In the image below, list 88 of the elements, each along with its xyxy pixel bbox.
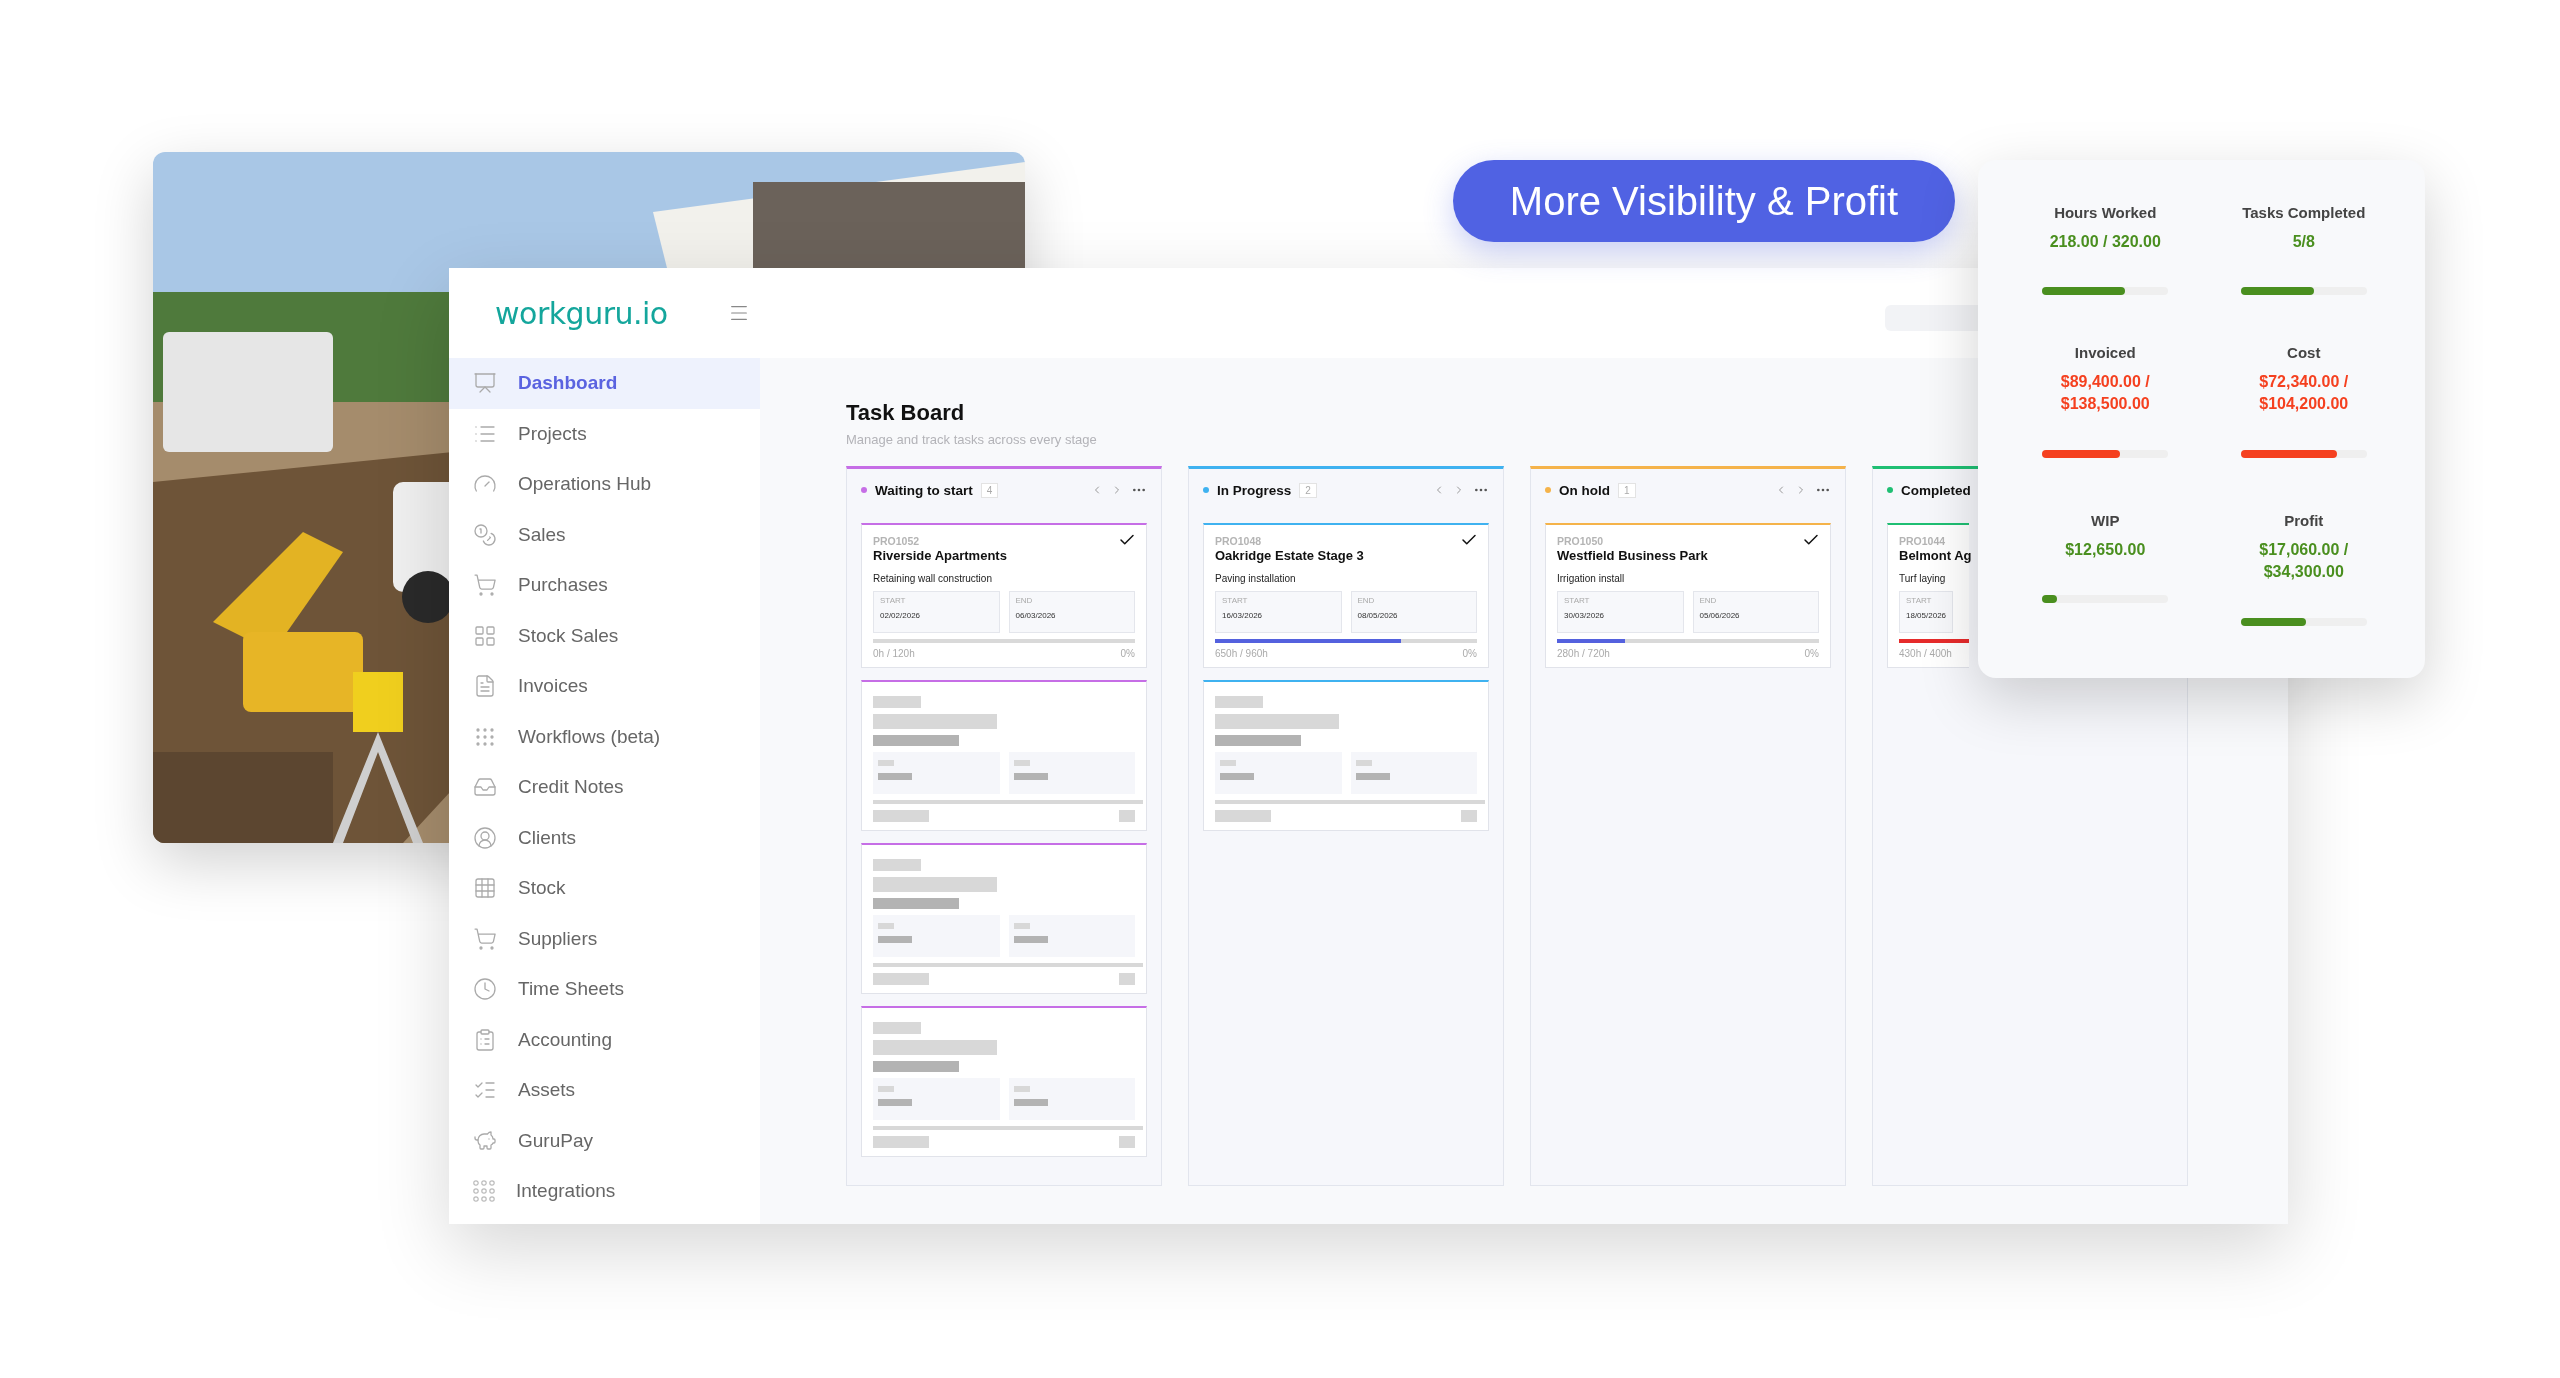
cart-icon bbox=[473, 926, 497, 951]
clipboard-icon bbox=[473, 1027, 497, 1052]
project-title: Riverside Apartments bbox=[873, 548, 1007, 563]
date-value: 30/03/2026 bbox=[1564, 611, 1605, 620]
sidebar-item[interactable]: Projects bbox=[449, 408, 760, 459]
hours-text: 430h / 400h bbox=[1899, 648, 1952, 659]
stat-label: Invoiced bbox=[2074, 344, 2136, 361]
sidebar-item[interactable]: Suppliers bbox=[449, 913, 760, 964]
coins-icon bbox=[473, 522, 497, 547]
count-badge: 4 bbox=[980, 482, 999, 498]
column-title: On hold bbox=[1559, 482, 1610, 498]
column-title: Waiting to start bbox=[875, 482, 973, 498]
date-label: END bbox=[1357, 596, 1375, 605]
count-badge: 1 bbox=[1618, 482, 1636, 498]
column-title: In Progress bbox=[1217, 482, 1292, 498]
task-card[interactable]: PRO1048 Oakridge Estate Stage 3 Paving installation START 16/03/2026 END 08/05/2026 650h / 960h 0% bbox=[1203, 523, 1489, 668]
task-name: Turf laying bbox=[1899, 573, 1946, 584]
stat-label: Profit bbox=[2284, 512, 2324, 529]
stat-label: Hours Worked bbox=[2054, 204, 2157, 221]
piggy-bank-icon bbox=[473, 1128, 497, 1153]
stat-label: Cost bbox=[2287, 344, 2321, 361]
date-label: START bbox=[1564, 596, 1590, 605]
clock-icon bbox=[473, 977, 497, 1002]
project-code: PRO1052 bbox=[873, 535, 920, 547]
task-name: Paving installation bbox=[1215, 573, 1296, 584]
stat-value: $89,400.00 / $138,500.00 bbox=[2059, 372, 2151, 415]
task-name: Retaining wall construction bbox=[873, 573, 992, 584]
stat-value: $17,060.00 / $34,300.00 bbox=[2258, 540, 2350, 583]
sidebar-item[interactable]: Credit Notes bbox=[449, 762, 760, 813]
sidebar-item[interactable]: Purchases bbox=[449, 560, 760, 611]
sidebar-item[interactable]: Sales bbox=[449, 509, 760, 560]
sidebar-item[interactable]: Clients bbox=[449, 812, 760, 863]
sidebar-item[interactable]: Time Sheets bbox=[449, 964, 760, 1015]
sidebar-item[interactable]: Integrations bbox=[449, 1166, 760, 1217]
percent-text: 0% bbox=[1804, 648, 1819, 659]
document-icon bbox=[473, 674, 497, 699]
stat-value: 218.00 / 320.00 bbox=[2048, 232, 2162, 252]
project-title: Belmont Ag bbox=[1899, 548, 1972, 563]
dots-grid-icon bbox=[473, 1180, 495, 1203]
hours-text: 280h / 720h bbox=[1557, 648, 1610, 659]
stat-value: $12,650.00 bbox=[2064, 540, 2147, 560]
date-label: START bbox=[1906, 596, 1932, 605]
grid-icon bbox=[473, 623, 497, 648]
cart-icon bbox=[473, 573, 497, 598]
logo[interactable]: workguru.io bbox=[495, 295, 668, 331]
date-label: END bbox=[1015, 596, 1033, 605]
page-subtitle: Manage and track tasks across every stage bbox=[846, 432, 1097, 447]
stat-label: WIP bbox=[2091, 512, 2120, 529]
percent-text: 0% bbox=[1120, 648, 1135, 659]
sidebar-item[interactable]: Assets bbox=[449, 1065, 760, 1116]
task-card[interactable]: PRO1050 Westfield Business Park Irrigation install START 30/03/2026 END 05/06/2026 280h / 720h 0% bbox=[1545, 523, 1831, 668]
date-value: 16/03/2026 bbox=[1222, 611, 1263, 620]
stat-value: 5/8 bbox=[2291, 232, 2316, 252]
column-title: Completed bbox=[1901, 482, 1971, 498]
project-title: Oakridge Estate Stage 3 bbox=[1215, 548, 1364, 563]
count-badge: 2 bbox=[1299, 482, 1317, 498]
hours-text: 650h / 960h bbox=[1215, 648, 1268, 659]
stat-label: Tasks Completed bbox=[2242, 204, 2366, 221]
date-value: 05/06/2026 bbox=[1699, 611, 1740, 620]
grid-icon bbox=[473, 876, 497, 901]
date-value: 06/03/2026 bbox=[1015, 611, 1056, 620]
task-card[interactable]: PRO1052 Riverside Apartments Retaining wall construction START 02/02/2026 END 06/03/2026 0h / 120h 0% bbox=[861, 523, 1147, 668]
date-value: 02/02/2026 bbox=[880, 611, 921, 620]
stat-value: $72,340.00 / $104,200.00 bbox=[2258, 372, 2350, 415]
project-title: Westfield Business Park bbox=[1557, 548, 1708, 563]
task-name: Irrigation install bbox=[1557, 573, 1625, 584]
sidebar-item[interactable]: Stock Sales bbox=[449, 610, 760, 661]
sidebar-item[interactable]: Operations Hub bbox=[449, 459, 760, 510]
project-code: PRO1044 bbox=[1899, 535, 1946, 547]
date-label: START bbox=[1222, 596, 1248, 605]
date-label: START bbox=[880, 596, 906, 605]
date-value: 18/05/2026 bbox=[1906, 611, 1947, 620]
sidebar-item[interactable]: Invoices bbox=[449, 661, 760, 712]
date-value: 08/05/2026 bbox=[1357, 611, 1398, 620]
sidebar-item[interactable]: Dashboard bbox=[449, 358, 760, 409]
percent-text: 0% bbox=[1462, 648, 1477, 659]
sidebar-item[interactable]: GuruPay bbox=[449, 1115, 760, 1166]
project-code: PRO1048 bbox=[1215, 535, 1262, 547]
sidebar-item[interactable]: Stock bbox=[449, 863, 760, 914]
project-code: PRO1050 bbox=[1557, 535, 1604, 547]
page-title: Task Board bbox=[846, 400, 965, 426]
date-label: END bbox=[1699, 596, 1717, 605]
headline-banner: More Visibility & Profit bbox=[1453, 160, 1955, 242]
task-card[interactable]: PRO1044 Belmont Ag Turf laying START 18/05/2026 430h / 400h bbox=[1887, 523, 1969, 668]
hours-text: 0h / 120h bbox=[873, 648, 915, 659]
user-icon bbox=[473, 825, 497, 850]
sidebar-item[interactable]: Workflows (beta) bbox=[449, 711, 760, 762]
sidebar-item[interactable]: Accounting bbox=[449, 1014, 760, 1065]
